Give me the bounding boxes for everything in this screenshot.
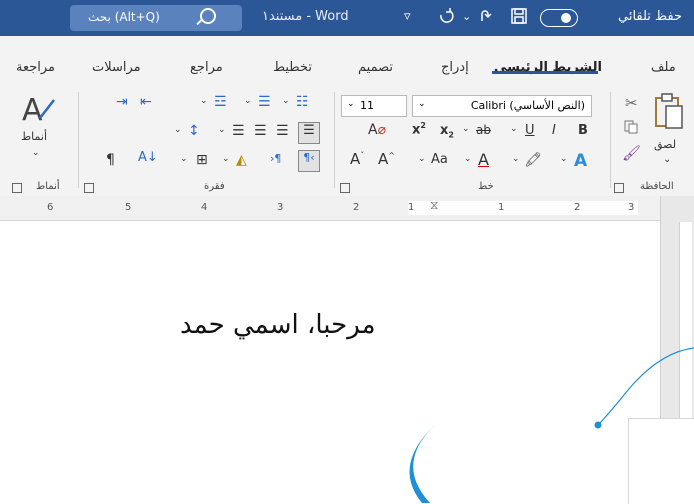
callout-arc: [409, 420, 440, 503]
callout-dot: [594, 421, 602, 429]
callout-line: [599, 347, 694, 424]
callout-overlay: [409, 347, 694, 503]
